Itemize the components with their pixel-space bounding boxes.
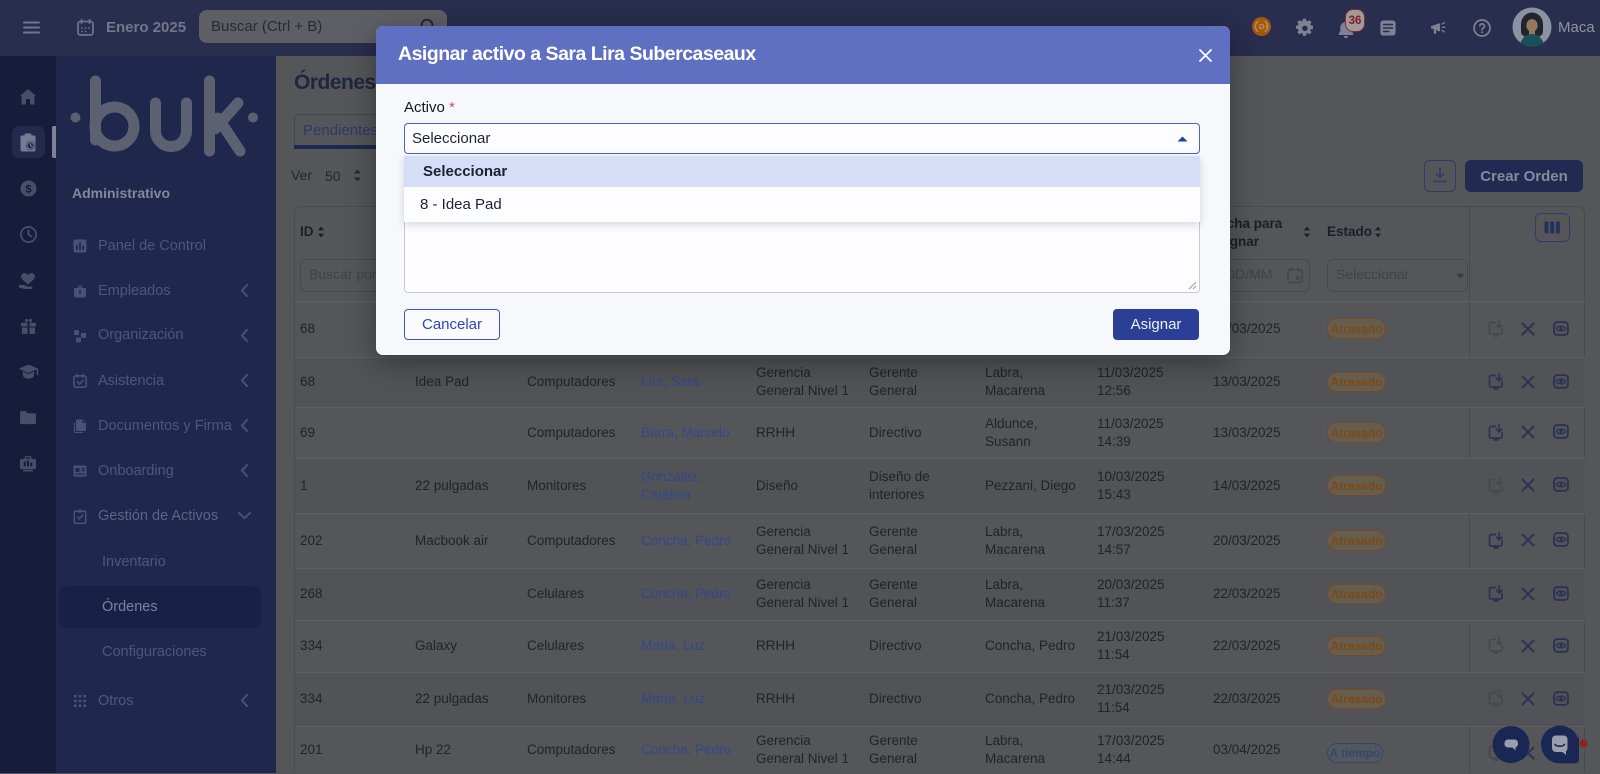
svg-text:$: $ <box>25 183 32 195</box>
